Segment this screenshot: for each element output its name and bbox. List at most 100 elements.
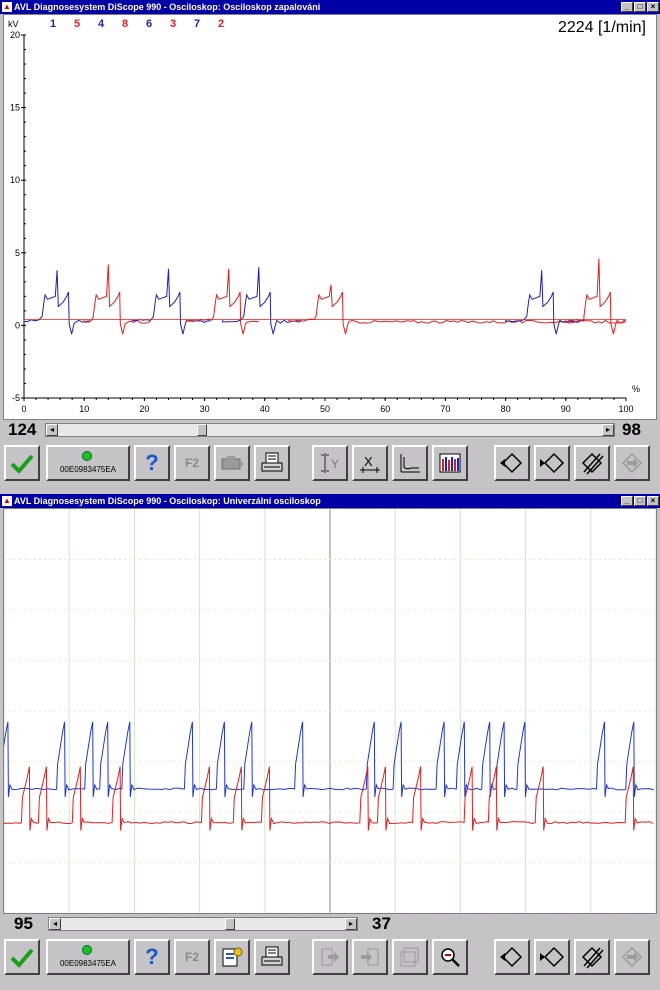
minimize-button[interactable]: _ xyxy=(621,496,633,506)
scroll-right-arrow[interactable]: ▸ xyxy=(345,918,357,930)
help-button[interactable]: ? xyxy=(134,445,170,481)
device-status-button[interactable]: 00E0983475EA xyxy=(46,445,130,481)
cursor-button[interactable]: X xyxy=(352,445,388,481)
bar-view-button[interactable] xyxy=(432,445,468,481)
checkmark-icon xyxy=(10,948,34,968)
minimize-button[interactable]: _ xyxy=(621,2,633,12)
scroll-left-arrow[interactable]: ◂ xyxy=(46,424,58,436)
print-button[interactable] xyxy=(254,939,290,975)
import-arrow-icon xyxy=(361,948,379,966)
device-status-button[interactable]: 00E0983475EA xyxy=(46,939,130,975)
export-button[interactable] xyxy=(312,939,348,975)
f2-button[interactable]: F2 xyxy=(174,939,210,975)
toolbar: 00E0983475EA ? F2 Y X xyxy=(0,440,660,486)
maximize-button[interactable]: □ xyxy=(634,2,646,12)
settings-button[interactable] xyxy=(214,939,250,975)
title-bar: ▲ AVL Diagnosesystem DiScope 990 - Oscil… xyxy=(0,0,660,14)
cylinder-label: 7 xyxy=(194,18,200,30)
cylinder-label: 8 xyxy=(122,18,128,30)
ok-button[interactable] xyxy=(4,445,40,481)
question-icon: ? xyxy=(145,450,159,475)
window-button[interactable] xyxy=(392,939,428,975)
ignition-plot-area[interactable]: 20 15 10 5 0 -5 0 10 20 30 40 50 60 70 80 90 100 kV% 1 5 4 8 6… xyxy=(3,14,657,420)
y-scale-button[interactable]: Y xyxy=(312,445,348,481)
universal-chart xyxy=(4,509,656,913)
printer-icon xyxy=(261,946,283,966)
horizontal-scrollbar[interactable]: ◂ ▸ xyxy=(45,423,615,437)
settings-sheet-icon xyxy=(222,947,243,967)
scroll-right-value: 98 xyxy=(622,420,641,439)
channel-trace xyxy=(4,721,654,798)
scroll-left-value: 95 xyxy=(14,914,33,933)
close-button[interactable]: × xyxy=(647,2,659,12)
x-tick-label: 10 xyxy=(79,404,89,414)
window-frame-icon xyxy=(400,947,419,967)
y-tick-label: 20 xyxy=(10,30,20,40)
cylinder-label: 3 xyxy=(170,18,176,30)
x-tick-label: 100 xyxy=(618,404,633,414)
cursor-x-icon: X xyxy=(360,454,380,473)
ignition-chart: 20151050-50 10 20 30 40 50 60 70 80 90 100kV%1 5 4 8 6… xyxy=(8,18,640,414)
nav-rotate-button[interactable] xyxy=(574,445,610,481)
cylinder-trace-4 xyxy=(131,268,211,335)
window-title: AVL Diagnosesystem DiScope 990 - Oscilos… xyxy=(14,496,321,506)
horizontal-scrollbar[interactable]: ◂ ▸ xyxy=(48,917,358,931)
maximize-button[interactable]: □ xyxy=(634,496,646,506)
y-tick-label: 10 xyxy=(10,175,20,185)
diamond-nav-icon xyxy=(500,452,523,474)
connection-led-icon xyxy=(82,451,92,461)
question-icon: ? xyxy=(145,944,159,969)
printer-icon xyxy=(261,452,283,472)
scroll-right-arrow[interactable]: ▸ xyxy=(602,424,614,436)
cylinder-label: 1 xyxy=(50,18,56,30)
cylinder-trace-1 xyxy=(23,270,91,335)
nav-prev-button[interactable] xyxy=(534,939,570,975)
device-serial: 00E0983475EA xyxy=(59,959,117,968)
y-tick-label: 5 xyxy=(15,248,20,258)
scroll-thumb[interactable] xyxy=(225,918,236,930)
diamond-arrow-icon xyxy=(621,946,643,968)
x-tick-label: 20 xyxy=(139,404,149,414)
engine-icon xyxy=(221,456,243,470)
x-tick-label: 0 xyxy=(21,404,26,414)
ok-button[interactable] xyxy=(4,939,40,975)
diamond-slash-icon xyxy=(581,452,604,475)
y-axis-label: kV xyxy=(8,19,19,29)
zoom-button[interactable] xyxy=(432,939,468,975)
scroll-thumb[interactable] xyxy=(196,424,207,436)
y-tick-label: 15 xyxy=(10,103,20,113)
scroll-right-value: 37 xyxy=(372,914,391,933)
nav-first-button[interactable] xyxy=(494,939,530,975)
channel-trace xyxy=(4,766,654,831)
universal-scope-window: ▲ AVL Diagnosesystem DiScope 990 - Oscil… xyxy=(0,494,660,990)
y-scale-icon: Y xyxy=(321,453,339,473)
diamond-slash-icon xyxy=(581,946,604,969)
svg-text:Y: Y xyxy=(331,457,339,471)
scroll-row: 124 ◂ ▸ 98 xyxy=(0,420,660,440)
import-button[interactable] xyxy=(352,939,388,975)
cylinder-label: 4 xyxy=(98,18,105,30)
nav-rotate-button[interactable] xyxy=(574,939,610,975)
close-button[interactable]: × xyxy=(647,496,659,506)
nav-next-button[interactable] xyxy=(614,939,650,975)
help-button[interactable]: ? xyxy=(134,939,170,975)
f2-button[interactable]: F2 xyxy=(174,445,210,481)
print-button[interactable] xyxy=(254,445,290,481)
nav-next-button[interactable] xyxy=(614,445,650,481)
x-tick-label: 50 xyxy=(320,404,330,414)
engine-button[interactable] xyxy=(214,445,250,481)
title-bar: ▲ AVL Diagnosesystem DiScope 990 - Oscil… xyxy=(0,494,660,508)
universal-plot-area[interactable] xyxy=(3,508,657,914)
cylinder-label: 2 xyxy=(218,18,224,30)
x-tick-label: 80 xyxy=(501,404,511,414)
nav-prev-button[interactable] xyxy=(534,445,570,481)
cylinder-label: 6 xyxy=(146,18,152,30)
window-title: AVL Diagnosesystem DiScope 990 - Oscilos… xyxy=(14,2,321,12)
decay-view-button[interactable] xyxy=(392,445,428,481)
scroll-left-arrow[interactable]: ◂ xyxy=(49,918,61,930)
x-axis-label: % xyxy=(632,384,640,394)
x-tick-label: 70 xyxy=(440,404,450,414)
app-icon: ▲ xyxy=(2,496,12,506)
nav-first-button[interactable] xyxy=(494,445,530,481)
rpm-readout: 2224 [1/min] xyxy=(557,19,646,36)
